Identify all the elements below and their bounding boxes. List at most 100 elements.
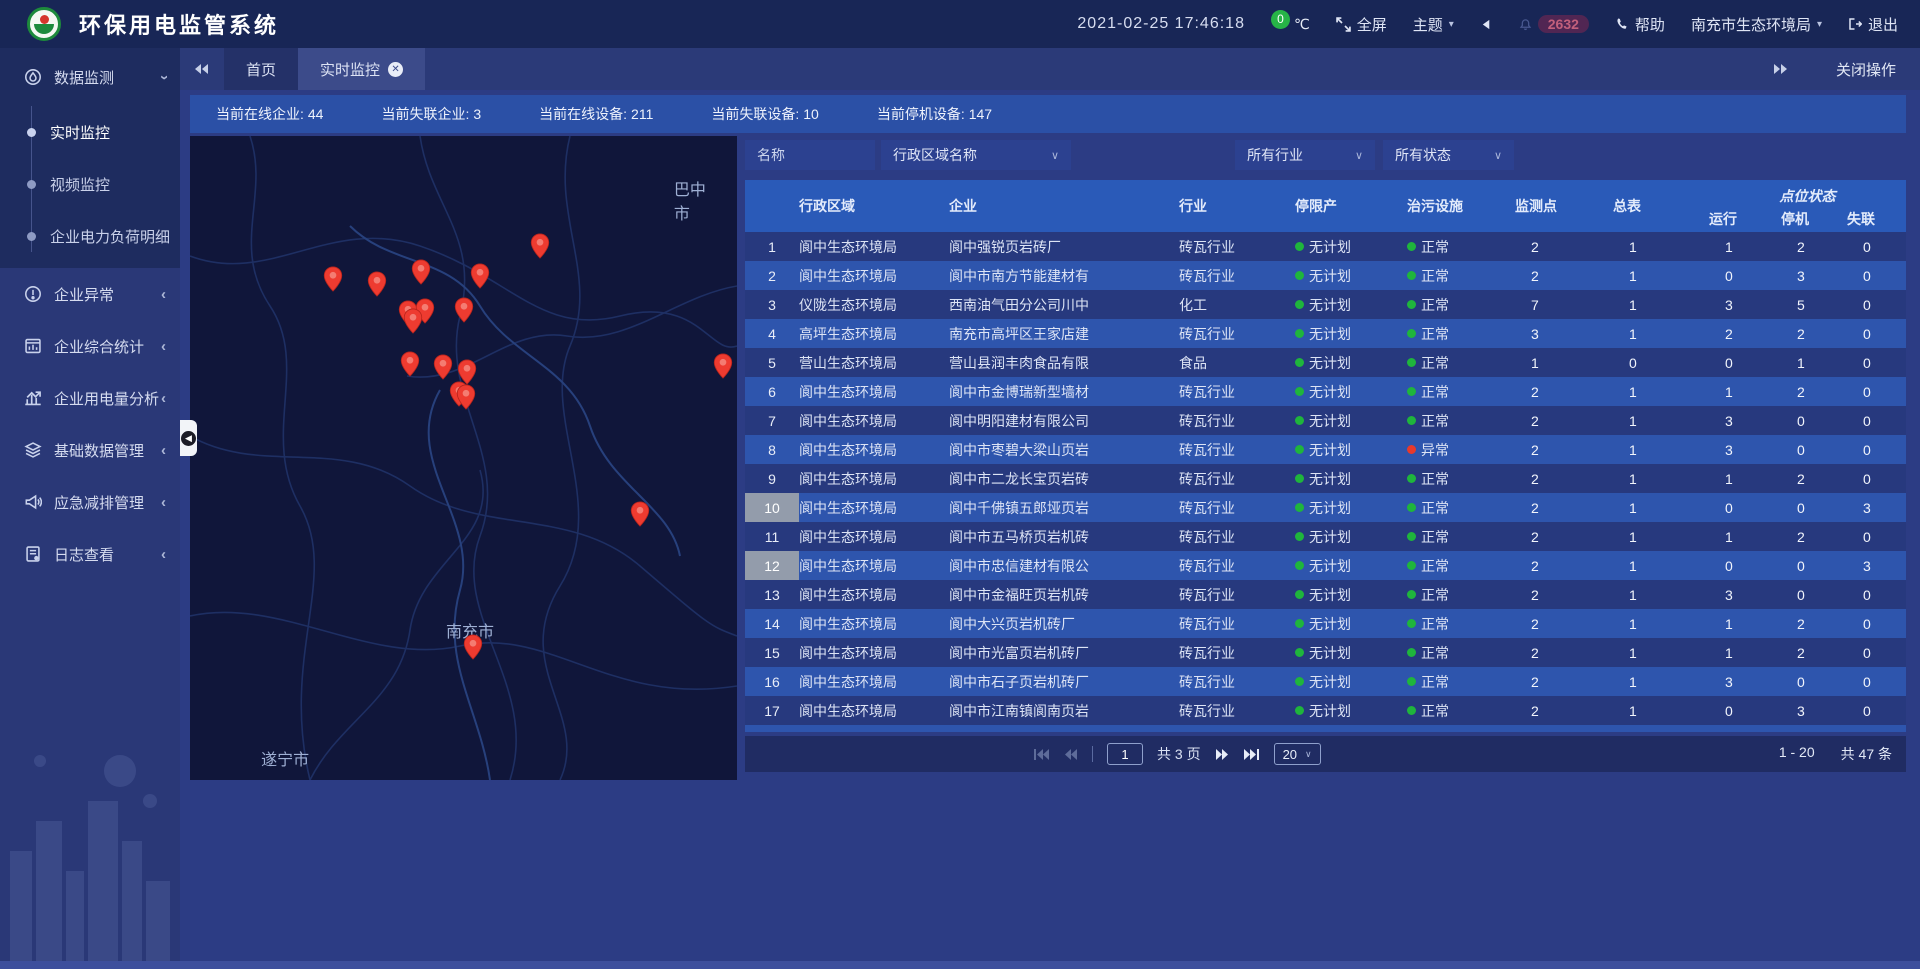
- map-pin-icon[interactable]: [630, 501, 650, 527]
- map-pin-icon[interactable]: [403, 308, 423, 334]
- cell-index: 1: [745, 232, 799, 261]
- cell-monitor-points: 2: [1515, 580, 1613, 609]
- chevron-down-icon: ∨: [1494, 149, 1502, 162]
- cell-industry: 砖瓦行业: [1179, 725, 1295, 732]
- cell-total-meters: 1: [1613, 290, 1709, 319]
- map-pin-icon[interactable]: [530, 233, 550, 259]
- sidebar-item-video-monitoring[interactable]: 视频监控: [0, 158, 180, 210]
- cell-total-meters: 1: [1613, 232, 1709, 261]
- map-pin-icon[interactable]: [713, 353, 733, 379]
- cell-region: 营山生态环境局: [799, 348, 949, 377]
- sidebar-item-enterprise-power-load-detail[interactable]: 企业电力负荷明细: [0, 210, 180, 262]
- table-row[interactable]: 15阆中生态环境局阆中市光富页岩机砖厂砖瓦行业无计划正常21120: [745, 638, 1906, 667]
- sidebar-item-basic-data-management[interactable]: 基础数据管理‹: [0, 424, 180, 476]
- table-row[interactable]: 13阆中生态环境局阆中市金福旺页岩机砖砖瓦行业无计划正常21300: [745, 580, 1906, 609]
- enterprise-table: 行政区域企业行业停限产治污设施监测点总表点位状态运行停机失联 1阆中生态环境局阆…: [745, 180, 1906, 732]
- help-button[interactable]: 帮助: [1615, 14, 1665, 35]
- tab-scroll-right-button[interactable]: [1758, 62, 1802, 76]
- map-pin-icon[interactable]: [367, 271, 387, 297]
- cell-industry: 砖瓦行业: [1179, 696, 1295, 725]
- table-row[interactable]: 17阆中生态环境局阆中市江南镇阆南页岩砖瓦行业无计划正常21030: [745, 696, 1906, 725]
- temperature-unit: ℃: [1294, 16, 1310, 33]
- region-filter-select[interactable]: 行政区域名称 ∨: [881, 140, 1071, 170]
- table-row[interactable]: 18南部生态环境局南部县双峰土砖有限公砖瓦行业无计划正常21060: [745, 725, 1906, 732]
- table-row[interactable]: 10阆中生态环境局阆中千佛镇五郎垭页岩砖瓦行业无计划正常21003: [745, 493, 1906, 522]
- close-operations-button[interactable]: 关闭操作: [1836, 59, 1896, 80]
- map-pin-icon[interactable]: [411, 259, 431, 285]
- status-filter-select[interactable]: 所有状态 ∨: [1383, 140, 1514, 170]
- cell-limit-status: 无计划: [1295, 580, 1407, 609]
- table-row[interactable]: 16阆中生态环境局阆中市石子页岩机砖厂砖瓦行业无计划正常21300: [745, 667, 1906, 696]
- chevron-down-icon: ▾: [1449, 19, 1454, 30]
- theme-menu[interactable]: 主题 ▾: [1413, 14, 1454, 35]
- map-pin-icon[interactable]: [456, 384, 476, 410]
- sidebar-item-realtime-monitoring[interactable]: 实时监控: [0, 106, 180, 158]
- cell-index: 5: [745, 348, 799, 377]
- tab-close-icon[interactable]: ✕: [388, 62, 403, 77]
- table-row[interactable]: 6阆中生态环境局阆中市金博瑞新型墙材砖瓦行业无计划正常21120: [745, 377, 1906, 406]
- cell-running: 0: [1709, 348, 1781, 377]
- sidebar-collapse-handle[interactable]: ◀: [180, 420, 197, 456]
- map-pin-icon[interactable]: [470, 263, 490, 289]
- sidebar-item-enterprise-statistics[interactable]: 企业综合统计‹: [0, 320, 180, 372]
- status-dot: [1295, 387, 1304, 396]
- map-pin-icon[interactable]: [433, 354, 453, 380]
- table-row[interactable]: 1阆中生态环境局阆中强锐页岩砖厂砖瓦行业无计划正常21120: [745, 232, 1906, 261]
- sidebar-item-power-consumption-analysis[interactable]: 企业用电量分析‹: [0, 372, 180, 424]
- cell-offline: 0: [1847, 725, 1906, 732]
- map-panel[interactable]: 巴中市南充市遂宁市: [190, 136, 737, 780]
- chevron-down-icon: ∨: [1051, 149, 1059, 162]
- table-row[interactable]: 2阆中生态环境局阆中市南方节能建材有砖瓦行业无计划正常21030: [745, 261, 1906, 290]
- next-page-button[interactable]: [1215, 748, 1229, 761]
- first-page-button[interactable]: [1033, 748, 1050, 761]
- table-row[interactable]: 4高坪生态环境局南充市高坪区王家店建砖瓦行业无计划正常31220: [745, 319, 1906, 348]
- map-pin-icon[interactable]: [400, 351, 420, 377]
- last-page-button[interactable]: [1243, 748, 1260, 761]
- table-row[interactable]: 3仪陇生态环境局西南油气田分公司川中化工无计划正常71350: [745, 290, 1906, 319]
- cell-region: 阆中生态环境局: [799, 406, 949, 435]
- column-header: 行政区域: [799, 180, 949, 232]
- name-filter-input[interactable]: [745, 140, 875, 170]
- map-pin-icon[interactable]: [323, 266, 343, 292]
- org-menu[interactable]: 南充市生态环境局 ▾: [1691, 14, 1822, 35]
- cell-stopped: 0: [1781, 435, 1847, 464]
- sidebar-group-enterprise-statistics: 企业综合统计‹: [0, 320, 180, 372]
- map-pin-icon[interactable]: [454, 297, 474, 323]
- cell-facility-status: 正常: [1407, 696, 1515, 725]
- cell-stopped: 1: [1781, 348, 1847, 377]
- table-row[interactable]: 5营山生态环境局营山县润丰肉食品有限食品无计划正常10010: [745, 348, 1906, 377]
- sidebar-item-log-view[interactable]: 日志查看‹: [0, 528, 180, 580]
- cell-index: 6: [745, 377, 799, 406]
- tab-scroll-left-button[interactable]: [180, 48, 224, 90]
- sidebar-item-emergency-reduction-management[interactable]: 应急减排管理‹: [0, 476, 180, 528]
- cell-stopped: 2: [1781, 522, 1847, 551]
- table-row[interactable]: 7阆中生态环境局阆中明阳建材有限公司砖瓦行业无计划正常21300: [745, 406, 1906, 435]
- industry-filter-select[interactable]: 所有行业 ∨: [1235, 140, 1375, 170]
- column-header: 行业: [1179, 180, 1295, 232]
- fullscreen-button[interactable]: 全屏: [1336, 14, 1387, 35]
- logout-button[interactable]: 退出: [1848, 14, 1898, 35]
- sidebar-item-data-monitoring[interactable]: 数据监测‹: [0, 48, 180, 106]
- table-row[interactable]: 12阆中生态环境局阆中市忠信建材有限公砖瓦行业无计划正常21003: [745, 551, 1906, 580]
- cell-total-meters: 1: [1613, 551, 1709, 580]
- tab-home[interactable]: 首页: [224, 48, 298, 90]
- tab-active[interactable]: 实时监控✕: [298, 48, 425, 90]
- table-row[interactable]: 14阆中生态环境局阆中大兴页岩机砖厂砖瓦行业无计划正常21120: [745, 609, 1906, 638]
- cell-company: 阆中市南方节能建材有: [949, 261, 1179, 290]
- cell-offline: 3: [1847, 493, 1906, 522]
- map-pin-icon[interactable]: [463, 634, 483, 660]
- sound-toggle[interactable]: [1480, 18, 1493, 31]
- sidebar-item-enterprise-abnormal[interactable]: 企业异常‹: [0, 268, 180, 320]
- cell-running: 2: [1709, 319, 1781, 348]
- table-row[interactable]: 9阆中生态环境局阆中市二龙长宝页岩砖砖瓦行业无计划正常21120: [745, 464, 1906, 493]
- table-row[interactable]: 8阆中生态环境局阆中市枣碧大梁山页岩砖瓦行业无计划异常21300: [745, 435, 1906, 464]
- table-row[interactable]: 11阆中生态环境局阆中市五马桥页岩机砖砖瓦行业无计划正常21120: [745, 522, 1906, 551]
- page-size-select[interactable]: 20 ∨: [1274, 743, 1321, 765]
- column-header: 企业: [949, 180, 1179, 232]
- prev-page-button[interactable]: [1064, 748, 1078, 761]
- page-number-input[interactable]: [1107, 743, 1143, 765]
- cell-industry: 砖瓦行业: [1179, 435, 1295, 464]
- notifications[interactable]: 2632: [1519, 15, 1589, 33]
- cell-facility-status: 正常: [1407, 377, 1515, 406]
- status-dot: [1407, 503, 1416, 512]
